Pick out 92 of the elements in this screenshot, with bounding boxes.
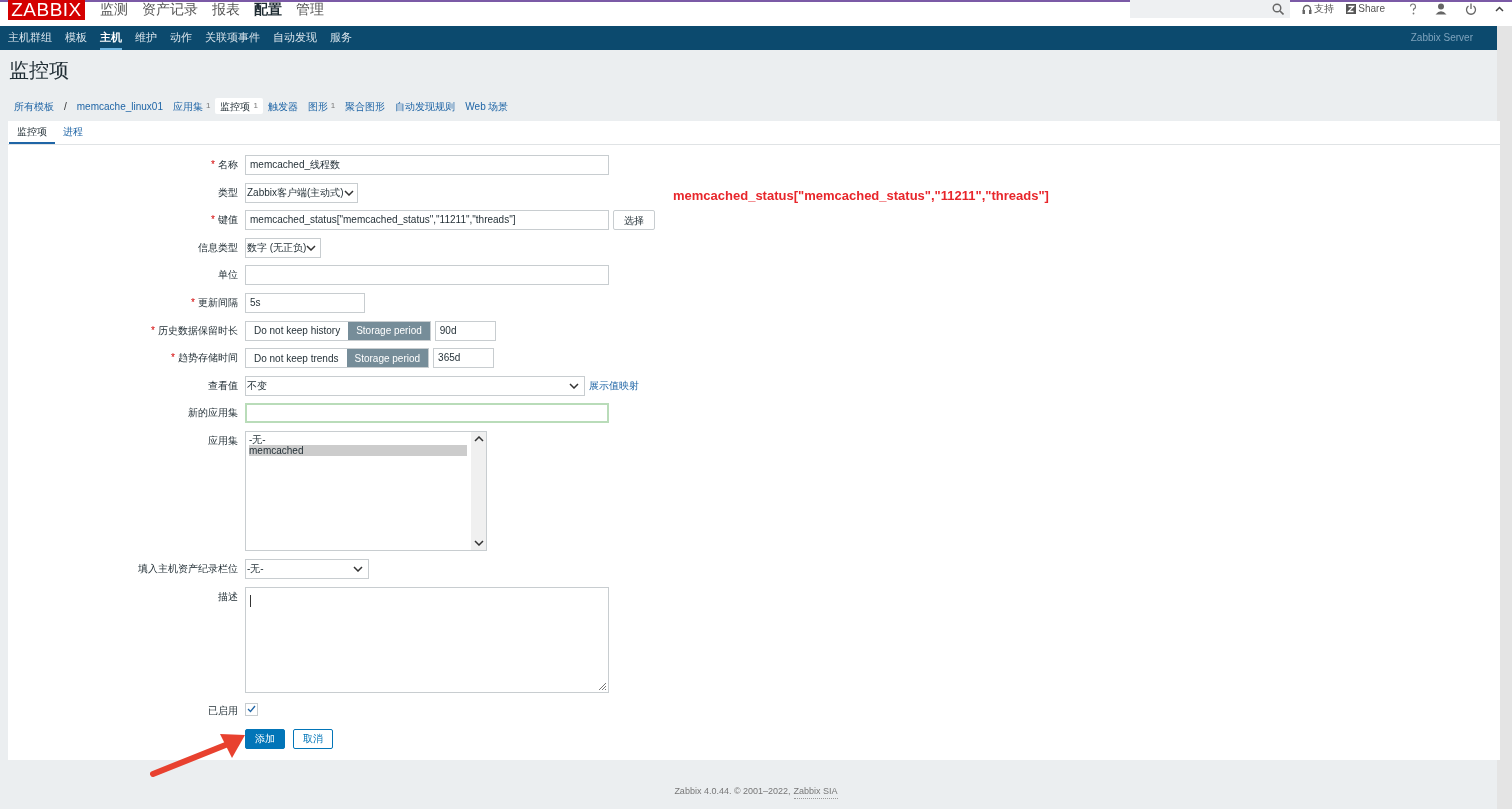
nav-item[interactable]: 维护 [135,26,157,50]
search-field[interactable] [1130,0,1291,18]
resize-handle-icon[interactable] [597,680,607,691]
value-mapping-link[interactable]: 展示值映射 [589,378,639,394]
nav-item[interactable]: 模板 [65,26,87,50]
list-scrollbar[interactable] [471,431,486,550]
header-link[interactable]: Share [1346,0,1385,18]
input-field[interactable]: memcached_线程数 [245,155,609,175]
chevron-icon [569,382,579,389]
field-label: 历史数据保留时长 [158,324,238,336]
breadcrumb-link[interactable]: 所有模板 [9,98,59,114]
nav-item[interactable]: 服务 [330,26,352,50]
select-field[interactable]: 数字 (无正负) [245,237,321,258]
checkbox[interactable] [245,702,258,716]
power-icon[interactable] [1465,3,1477,15]
field-label: 名称 [218,159,238,170]
search-icon[interactable] [1272,3,1285,15]
required-mark: * [171,352,175,364]
nav-item[interactable]: 自动发现 [273,26,317,50]
breadcrumb-link[interactable]: Web 场景 [460,98,514,114]
top-menu-item[interactable]: 配置 [254,0,282,19]
item-count: 1 [253,100,258,112]
item-count: 1 [330,100,336,112]
nav-item[interactable]: 主机群组 [8,26,52,50]
breadcrumb-link[interactable]: 触发器 [262,98,303,114]
header-link[interactable]: 支持 [1302,0,1335,18]
list-box[interactable]: -无- memcached [245,430,487,551]
required-mark: * [211,214,215,226]
breadcrumb-separator: / [64,99,67,114]
field-label: 应用集 [208,434,238,446]
description-field[interactable] [245,586,609,693]
select-field[interactable]: 不变 [245,375,585,396]
list-option[interactable]: memcached [249,444,467,456]
field-label: 描述 [218,590,238,602]
field-label: 单位 [218,269,238,281]
input-field[interactable]: memcached_status["memcached_status","11211","threads"] [245,210,609,231]
chevron-icon [473,539,484,546]
nav-item[interactable]: 动作 [170,26,192,50]
annotation-text: memcached_status["memcached_status","11211","threads"] [673,187,1049,205]
chevron-icon [343,189,354,196]
breadcrumb-link[interactable]: 图形 1 [302,98,341,114]
logo[interactable]: ZABBIX [8,0,85,20]
field-label: 更新间隔 [198,296,238,308]
nav-item[interactable]: 主机 [100,26,122,50]
item-count: 1 [205,100,211,112]
add-button[interactable]: 添加 [245,728,285,749]
field-label: 查看值 [208,379,238,391]
nav-item[interactable]: 关联项事件 [205,26,260,50]
required-mark: * [211,159,215,170]
chevron-icon [306,244,317,251]
field-label: 已启用 [208,704,238,716]
text-cursor [250,594,251,607]
select-field[interactable]: Zabbix客户端(主动式) [245,182,358,203]
check-icon [247,705,256,714]
top-menu-item[interactable]: 报表 [212,0,240,19]
cancel-button[interactable]: 取消 [293,728,333,749]
headset-icon [1302,3,1313,15]
input-field[interactable]: 90d [434,320,496,341]
breadcrumb-link[interactable]: 聚合图形 [340,98,391,114]
footer-link[interactable]: Zabbix SIA [793,784,838,800]
list-option[interactable]: -无- [249,433,467,445]
input-field[interactable] [245,265,609,286]
chevron-icon [473,435,484,442]
input-field[interactable]: 365d [433,348,495,369]
field-label: 类型 [218,186,238,198]
top-menu-item[interactable]: 监测 [100,0,128,19]
collapse-icon[interactable] [1495,6,1504,12]
select-field[interactable]: -无- [245,558,369,579]
required-mark: * [151,324,155,336]
field-label: 信息类型 [198,241,238,253]
copyright-text: Zabbix 4.0.44. © 2001–2022, [674,785,791,799]
select-button[interactable]: 选择 [613,210,655,231]
input-field[interactable]: 5s [245,292,365,313]
help-icon[interactable] [1409,3,1417,15]
server-name: Zabbix Server [1410,31,1473,45]
breadcrumb-link[interactable]: 自动发现规则 [390,98,461,114]
user-icon[interactable] [1435,3,1447,15]
field-label: 趋势存储时间 [178,352,238,364]
field-label: 键值 [218,214,238,226]
required-mark: * [191,296,195,308]
field-label: 新的应用集 [188,407,238,419]
top-menu-item[interactable]: 管理 [296,0,324,19]
breadcrumb-link[interactable]: 监控项 1 [215,98,263,114]
chevron-icon [353,565,363,572]
field-label: 填入主机资产纪录栏位 [138,562,238,574]
tab[interactable]: 监控项 [9,121,55,144]
page-title: 监控项 [9,58,70,82]
tab[interactable]: 进程 [55,121,91,144]
breadcrumb-link[interactable]: memcache_linux01 [71,98,168,114]
top-menu-item[interactable]: 资产记录 [142,0,198,19]
breadcrumb-link[interactable]: 应用集 1 [167,98,216,114]
input-field[interactable] [245,403,609,424]
